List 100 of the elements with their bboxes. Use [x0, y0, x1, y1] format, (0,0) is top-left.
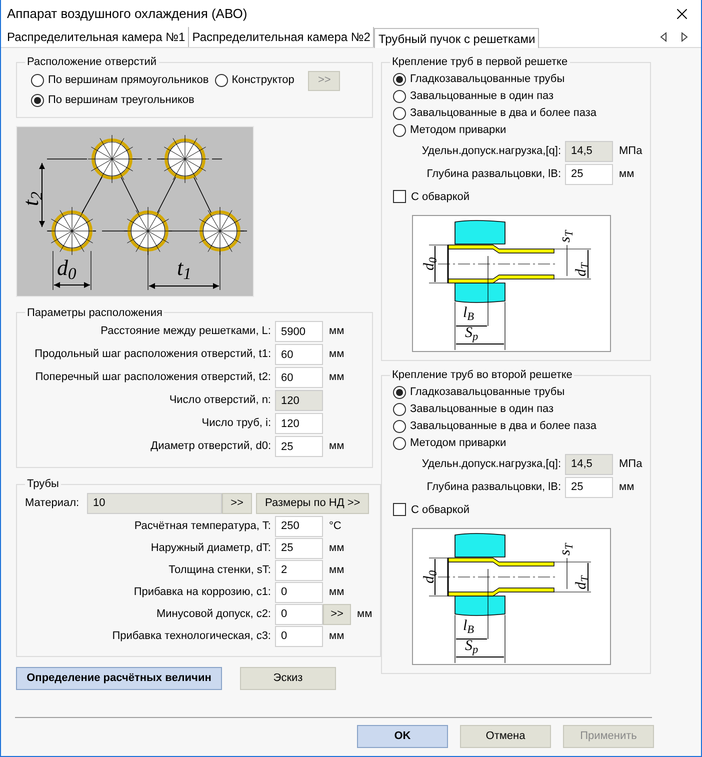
- radio-label[interactable]: Завальцованные в два и более паза: [410, 104, 597, 122]
- dialog-button[interactable]: OK: [357, 725, 448, 748]
- group-title: Параметры расположения: [26, 306, 164, 320]
- input-field[interactable]: 0: [275, 626, 323, 646]
- field-label: Удельн.допуск.нагрузка,[q]:: [420, 456, 562, 472]
- field-label: Глубина развальцовки, lB:: [426, 480, 562, 495]
- unit-label: мм: [329, 370, 344, 386]
- radio-label[interactable]: Конструктор: [232, 72, 294, 89]
- field-label: Число отверстий, n:: [168, 393, 272, 408]
- input-field[interactable]: 2: [275, 560, 323, 580]
- checkbox[interactable]: С обваркой: [390, 188, 642, 205]
- hole-drawing: [196, 206, 244, 255]
- scroll-left-icon[interactable]: [659, 32, 667, 42]
- dimension-label: t$_{1}$: [177, 256, 192, 278]
- field-label: Поперечный шаг расположения отверстий, t2:: [34, 370, 272, 386]
- radio-button[interactable]: [393, 90, 406, 102]
- radio-button[interactable]: [393, 386, 406, 398]
- radio-label[interactable]: Завальцованные в два и более паза: [410, 418, 597, 434]
- group-title: Крепление труб в первой решетке: [391, 55, 569, 70]
- radio-label[interactable]: Методом приварки: [410, 122, 506, 138]
- field-label: Расстояние между решетками, L:: [100, 324, 272, 340]
- unit-label: мм: [329, 562, 344, 578]
- field-label: Минусовой допуск, c2:: [155, 606, 272, 622]
- field-label: Толщина стенки, sT:: [168, 562, 272, 578]
- unit-label: °C: [329, 518, 342, 534]
- radio-label[interactable]: По вершинам треугольников: [48, 92, 194, 108]
- extension-line: [90, 250, 92, 290]
- field-label: Продольный шаг расположения отверстий, t1:: [34, 347, 272, 362]
- group-title: Трубы: [26, 477, 60, 492]
- dimension-label: S$_{p}$: [465, 639, 480, 654]
- field-label: Диаметр отверстий, d0:: [150, 439, 272, 454]
- hole-drawing: [160, 134, 210, 183]
- unit-label: мм: [329, 347, 344, 362]
- unit-label: мм: [619, 480, 634, 495]
- radio-label[interactable]: Гладкозавальцованные трубы: [410, 384, 565, 400]
- field-label: Прибавка технологическая, c3:: [111, 628, 272, 644]
- group-title: Расположение отверстий: [26, 55, 158, 70]
- window-title: Аппарат воздушного охлаждения (АВО): [7, 5, 248, 24]
- unit-label: мм: [329, 628, 344, 644]
- input-field[interactable]: 60: [275, 344, 323, 365]
- dimension-label: d$_{0}$: [57, 256, 78, 278]
- input-field[interactable]: 0: [275, 604, 323, 624]
- input-field[interactable]: 5900: [275, 321, 323, 342]
- hole-drawing: [48, 206, 96, 255]
- action-button[interactable]: Определение расчётных величин: [16, 666, 222, 690]
- radio-button[interactable]: [214, 74, 228, 87]
- radio-button[interactable]: [393, 420, 406, 432]
- dimension-label: l$_{B}$: [463, 306, 476, 321]
- input-field[interactable]: 10: [87, 492, 222, 514]
- field-label: Расчётная температура, T:: [133, 518, 272, 534]
- unit-label: мм: [357, 606, 372, 622]
- unit-label: мм: [329, 324, 344, 340]
- tolerance-button[interactable]: >>: [323, 604, 351, 624]
- unit-label: МПа: [619, 456, 642, 472]
- unit-label: мм: [619, 166, 634, 182]
- radio-button[interactable]: [393, 72, 406, 86]
- radio-label[interactable]: Завальцованные в один паз: [410, 400, 554, 418]
- input-field[interactable]: 25: [275, 538, 323, 558]
- field-label: Число труб, i:: [200, 416, 272, 432]
- radio-button[interactable]: [393, 124, 406, 136]
- hole-drawing: [124, 206, 172, 255]
- input-field[interactable]: 25: [565, 476, 613, 498]
- radio-button[interactable]: [393, 436, 406, 450]
- unit-label: мм: [329, 540, 344, 556]
- input-field[interactable]: 250: [275, 516, 323, 536]
- dialog-button[interactable]: Отмена: [460, 725, 551, 748]
- scroll-right-icon[interactable]: [681, 32, 689, 42]
- field-label: Материал:: [25, 496, 80, 511]
- field-label: Прибавка на коррозию, c1:: [132, 584, 272, 600]
- radio-button[interactable]: [393, 106, 406, 120]
- dimension-arrow: [148, 282, 220, 288]
- input-field[interactable]: 0: [275, 582, 323, 602]
- field-label: Глубина развальцовки, lB:: [426, 166, 562, 182]
- unit-label: мм: [329, 584, 344, 600]
- browse-button[interactable]: >>: [222, 492, 252, 514]
- extension-line: [52, 250, 54, 290]
- input-field[interactable]: 25: [275, 436, 323, 457]
- radio-button[interactable]: [393, 402, 406, 416]
- dimension-arrow: [54, 282, 90, 288]
- dimension-label: l$_{B}$: [463, 619, 476, 634]
- input-field[interactable]: 60: [275, 367, 323, 388]
- radio-label[interactable]: По вершинам прямоугольников: [48, 72, 209, 89]
- radio-label[interactable]: Гладкозавальцованные трубы: [410, 70, 565, 88]
- action-button[interactable]: Эскиз: [240, 666, 336, 690]
- unit-label: мм: [329, 439, 344, 454]
- radio-button[interactable]: [31, 74, 44, 87]
- input-field[interactable]: 25: [565, 164, 613, 184]
- radio-label[interactable]: Завальцованные в один паз: [410, 88, 554, 104]
- hole-drawing: [88, 134, 136, 183]
- field-label: Удельн.допуск.нагрузка,[q]:: [420, 144, 562, 159]
- group-title: Крепление труб во второй решетке: [391, 368, 574, 383]
- unit-label: МПа: [619, 144, 642, 159]
- tab[interactable]: Трубный пучок с решетками: [374, 28, 540, 48]
- radio-label[interactable]: Методом приварки: [410, 434, 506, 452]
- field-label: Наружный диаметр, dT:: [150, 540, 272, 556]
- standard-sizes-button[interactable]: Размеры по НД >>: [256, 492, 370, 514]
- dimension-label: S$_{p}$: [465, 326, 480, 341]
- input-field[interactable]: 120: [275, 413, 323, 434]
- radio-button[interactable]: [31, 94, 44, 106]
- checkbox[interactable]: С обваркой: [390, 502, 642, 518]
